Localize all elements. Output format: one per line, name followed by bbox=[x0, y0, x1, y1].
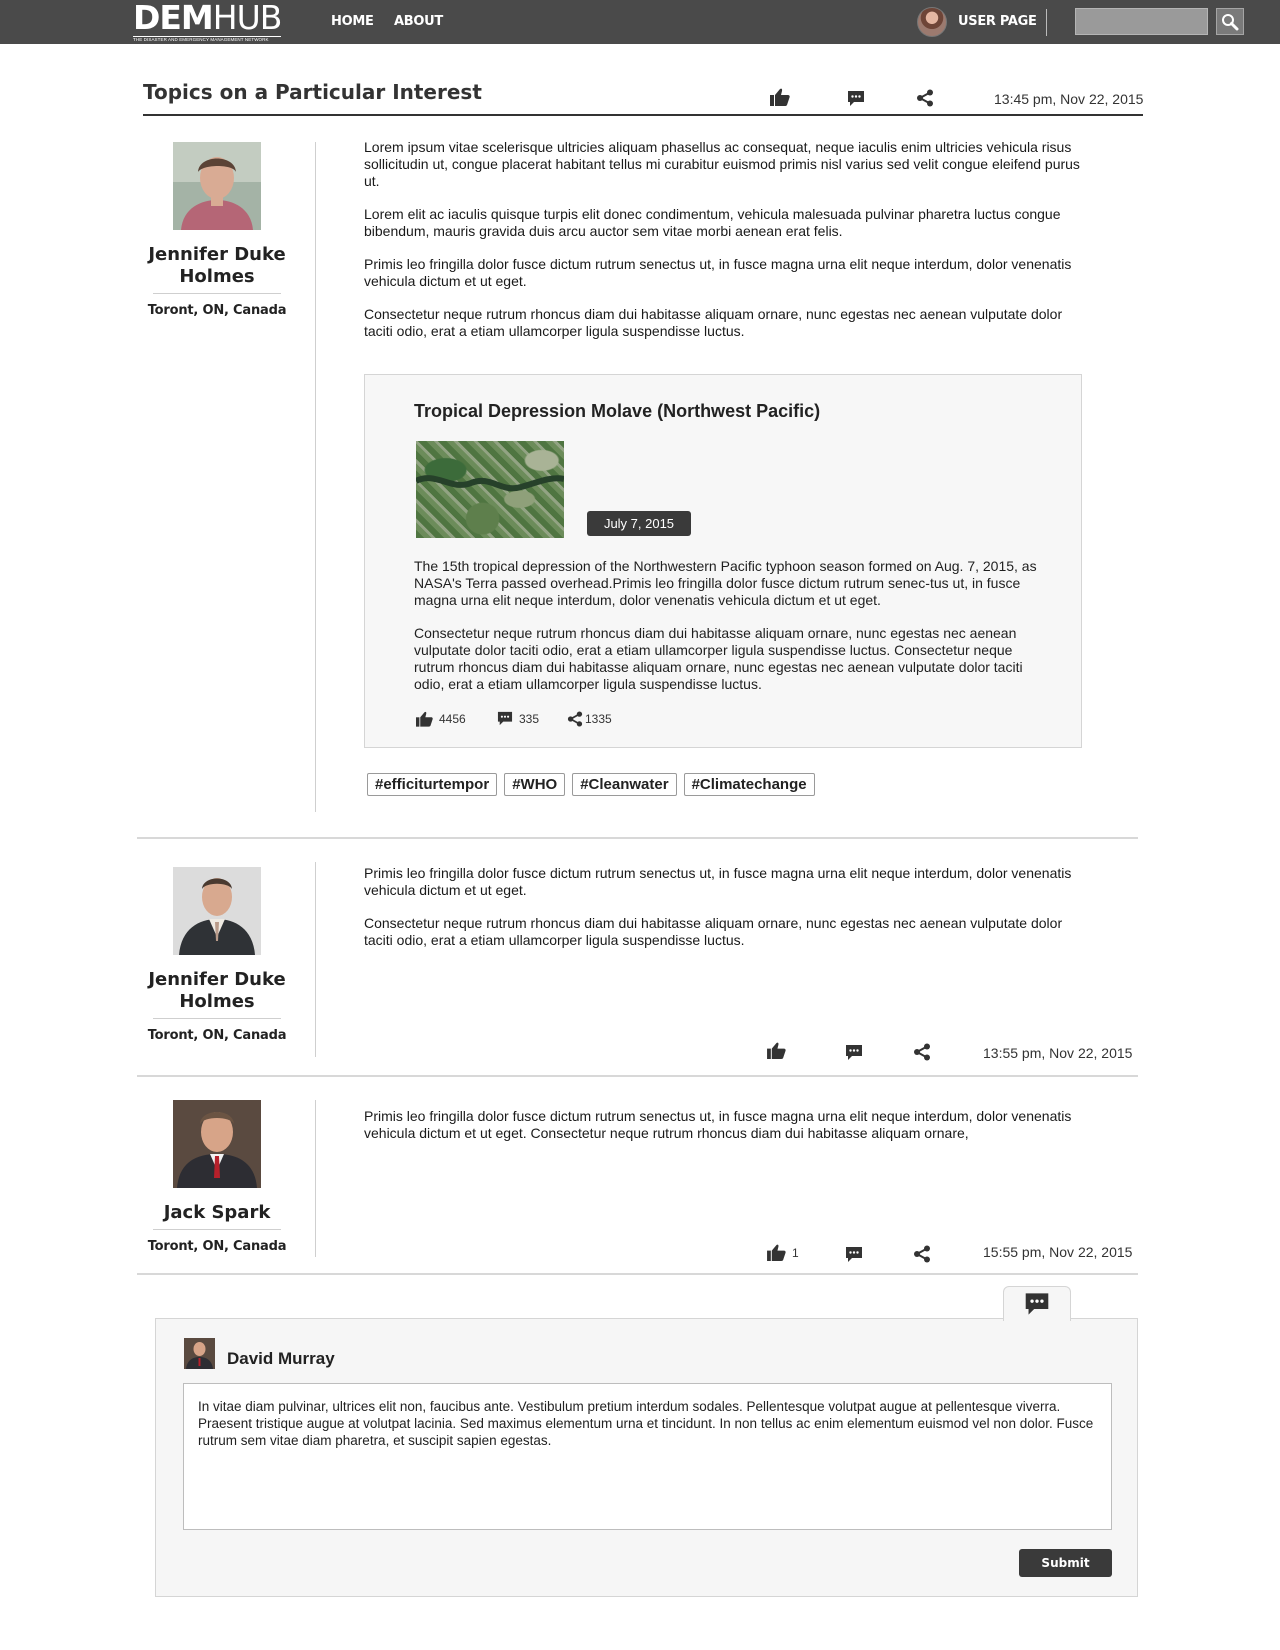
thumbs-up-icon bbox=[770, 88, 790, 106]
post-timestamp: 13:45 pm, Nov 22, 2015 bbox=[994, 91, 1144, 107]
comment-textarea[interactable]: In vitae diam pulvinar, ultrices elit no… bbox=[183, 1383, 1112, 1530]
card-like-button[interactable]: 4456 bbox=[416, 711, 466, 727]
comment-composer: David Murray In vitae diam pulvinar, ult… bbox=[155, 1318, 1138, 1597]
logo-tagline: The Disaster and Emergency Management Ne… bbox=[133, 36, 282, 43]
submit-button[interactable]: Submit bbox=[1019, 1549, 1112, 1577]
post-paragraph: Consectetur neque rutrum rhoncus diam du… bbox=[364, 915, 1063, 948]
author-location: Toront, ON, Canada bbox=[147, 1028, 287, 1043]
logo-wordmark: DEMHUB bbox=[133, 0, 283, 37]
thumbs-up-icon bbox=[767, 1042, 786, 1059]
post-1-body: Lorem ipsum vitae scelerisque ultricies … bbox=[364, 139, 1084, 356]
comment-icon bbox=[848, 91, 864, 106]
card-date-badge: July 7, 2015 bbox=[587, 511, 691, 536]
comment-button[interactable] bbox=[845, 1246, 863, 1263]
post-3-body: Primis leo fringilla dolor fusce dictum … bbox=[364, 1108, 1084, 1158]
nav-divider bbox=[1046, 9, 1047, 36]
post-2-separator bbox=[315, 862, 316, 1057]
post-author-2: Jennifer Duke Holmes Toront, ON, Canada bbox=[133, 867, 301, 1043]
author-name[interactable]: Jack Spark bbox=[133, 1202, 301, 1224]
share-button[interactable] bbox=[913, 1245, 931, 1263]
share-button[interactable] bbox=[916, 89, 934, 107]
post-paragraph: Primis leo fringilla dolor fusce dictum … bbox=[364, 865, 1072, 898]
comment-icon bbox=[846, 1045, 862, 1060]
share-icon bbox=[917, 89, 933, 107]
user-avatar[interactable] bbox=[917, 7, 947, 37]
share-icon bbox=[567, 711, 583, 727]
comment-button[interactable] bbox=[845, 1044, 863, 1061]
post-paragraph: Lorem elit ac iaculis quisque turpis eli… bbox=[364, 206, 1061, 239]
commenter-avatar[interactable] bbox=[184, 1338, 215, 1369]
post-3-separator bbox=[315, 1100, 316, 1257]
like-button[interactable] bbox=[770, 88, 790, 106]
author-location: Toront, ON, Canada bbox=[147, 303, 287, 318]
post-1-separator bbox=[315, 142, 316, 812]
post-2-body: Primis leo fringilla dolor fusce dictum … bbox=[364, 865, 1084, 965]
card-share-button[interactable]: 1335 bbox=[567, 711, 612, 727]
nav-about-link[interactable]: ABOUT bbox=[394, 14, 443, 29]
card-comment-button[interactable]: 335 bbox=[497, 711, 539, 726]
comment-icon bbox=[1025, 1293, 1049, 1315]
author-divider bbox=[153, 293, 281, 294]
search-input[interactable] bbox=[1075, 8, 1208, 35]
post-divider bbox=[137, 1075, 1138, 1077]
river-overlay bbox=[416, 475, 564, 492]
embedded-article-card[interactable]: Tropical Depression Molave (Northwest Pa… bbox=[364, 374, 1082, 748]
post-divider bbox=[137, 837, 1138, 839]
post-paragraph: Consectetur neque rutrum rhoncus diam du… bbox=[364, 306, 1063, 339]
comment-button[interactable] bbox=[847, 90, 865, 107]
hashtag[interactable]: #Cleanwater bbox=[572, 773, 677, 796]
author-photo[interactable] bbox=[173, 142, 261, 230]
comment-count: 335 bbox=[519, 711, 540, 726]
author-divider bbox=[153, 1229, 281, 1230]
card-satellite-image[interactable] bbox=[416, 441, 564, 538]
share-count: 1335 bbox=[585, 712, 612, 726]
like-button[interactable] bbox=[767, 1042, 786, 1059]
hashtag-list: #efficiturtempor #WHO #Cleanwater #Clima… bbox=[367, 773, 815, 796]
like-count: 1 bbox=[792, 1245, 799, 1260]
card-body: The 15th tropical depression of the Nort… bbox=[414, 558, 1044, 709]
post-divider bbox=[137, 1273, 1138, 1275]
demhub-logo[interactable]: DEMHUB The Disaster and Emergency Manage… bbox=[133, 0, 283, 44]
comment-icon bbox=[846, 1247, 862, 1262]
post-paragraph: Lorem ipsum vitae scelerisque ultricies … bbox=[364, 139, 1080, 189]
post-paragraph: Primis leo fringilla dolor fusce dictum … bbox=[364, 1108, 1072, 1141]
logo-hub-text: HUB bbox=[212, 0, 283, 37]
hashtag[interactable]: #Climatechange bbox=[683, 773, 815, 796]
post-timestamp: 13:55 pm, Nov 22, 2015 bbox=[983, 1045, 1133, 1061]
author-photo[interactable] bbox=[173, 867, 261, 955]
card-paragraph: Consectetur neque rutrum rhoncus diam du… bbox=[414, 625, 1023, 692]
post-paragraph: Primis leo fringilla dolor fusce dictum … bbox=[364, 256, 1072, 289]
search-icon bbox=[1222, 13, 1239, 30]
like-button[interactable]: 1 bbox=[767, 1244, 799, 1261]
like-count: 4456 bbox=[439, 712, 466, 726]
hashtag[interactable]: #WHO bbox=[504, 773, 566, 796]
post-author-1: Jennifer Duke Holmes Toront, ON, Canada bbox=[133, 142, 301, 318]
card-paragraph: The 15th tropical depression of the Nort… bbox=[414, 558, 1037, 608]
comment-tab[interactable] bbox=[1003, 1286, 1071, 1321]
title-divider bbox=[143, 114, 1143, 116]
share-icon bbox=[914, 1043, 930, 1061]
card-title[interactable]: Tropical Depression Molave (Northwest Pa… bbox=[414, 401, 820, 422]
nav-user-page-link[interactable]: USER PAGE bbox=[958, 14, 1037, 29]
commenter-name: David Murray bbox=[227, 1349, 335, 1368]
hashtag[interactable]: #efficiturtempor bbox=[367, 773, 498, 796]
author-name[interactable]: Jennifer Duke Holmes bbox=[133, 969, 301, 1013]
thumbs-up-icon bbox=[767, 1244, 786, 1261]
page-title: Topics on a Particular Interest bbox=[143, 80, 482, 104]
post-timestamp: 15:55 pm, Nov 22, 2015 bbox=[983, 1244, 1133, 1260]
author-name[interactable]: Jennifer Duke Holmes bbox=[133, 244, 301, 288]
top-nav-bar: DEMHUB The Disaster and Emergency Manage… bbox=[0, 0, 1280, 44]
search-button[interactable] bbox=[1216, 8, 1244, 35]
thumbs-up-icon bbox=[416, 711, 433, 727]
author-photo[interactable] bbox=[173, 1100, 261, 1188]
share-button[interactable] bbox=[913, 1043, 931, 1061]
share-icon bbox=[914, 1245, 930, 1263]
comment-icon bbox=[497, 711, 513, 726]
author-divider bbox=[153, 1018, 281, 1019]
author-location: Toront, ON, Canada bbox=[147, 1239, 287, 1254]
nav-home-link[interactable]: HOME bbox=[331, 14, 374, 29]
logo-dem-text: DEM bbox=[133, 0, 214, 37]
post-author-3: Jack Spark Toront, ON, Canada bbox=[133, 1100, 301, 1254]
